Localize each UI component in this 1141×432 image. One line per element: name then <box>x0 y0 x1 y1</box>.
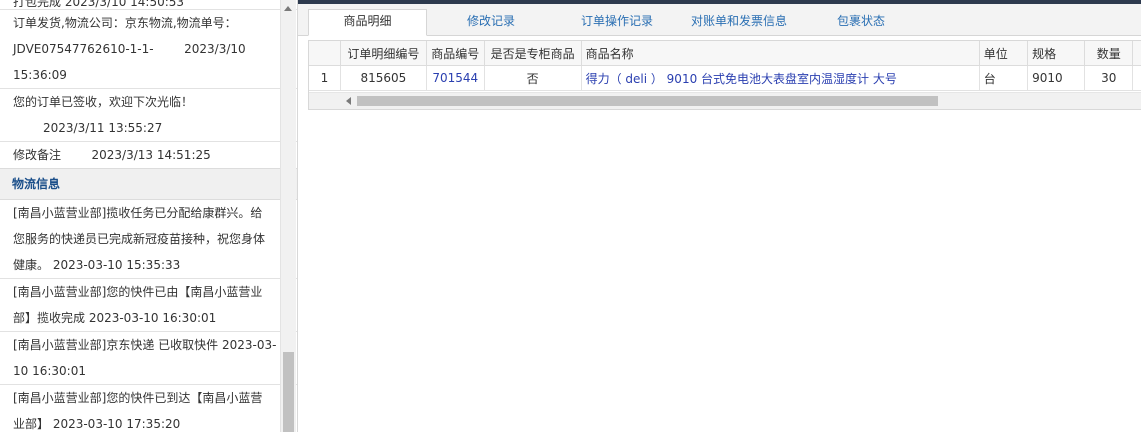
cell-product-name-link[interactable]: 得力（ deli ） 9010 台式免电池大表盘室内温湿度计 大号 <box>581 65 980 91</box>
horizontal-scroll-thumb[interactable] <box>357 96 938 106</box>
order-log-entry: 修改备注 2023/3/13 14:51:25 <box>0 142 297 168</box>
logistics-text: [南昌小蓝营业部]京东快递 已收取快件 2023-03- <box>13 338 277 352</box>
col-header-product-name[interactable]: 商品名称 <box>581 41 980 66</box>
order-log-entry: 订单发货,物流公司：京东物流,物流单号： JDVE07547762610-1-1… <box>0 10 297 89</box>
logistics-text: 健康。 2023-03-10 15:35:33 <box>13 258 181 272</box>
logistics-item: [南昌小蓝营业部]您的快件已到达【南昌小蓝营 业部】 2023-03-10 17… <box>0 385 297 432</box>
tab-product-details[interactable]: 商品明细 <box>308 9 427 36</box>
product-detail-table: 订单明细编号 商品编号 是否是专柜商品 商品名称 单位 规格 数量 1 8156… <box>308 40 1141 110</box>
order-log-text: 修改备注 2023/3/13 14:51:25 <box>13 148 211 162</box>
cell-detail-no: 815605 <box>340 65 427 91</box>
logistics-text: 业部】 2023-03-10 17:35:20 <box>13 417 181 431</box>
order-history-panel: 打包完成 2023/3/10 14:50:53 订单发货,物流公司：京东物流,物… <box>0 0 298 432</box>
logistics-text: 10 16:30:01 <box>13 364 86 378</box>
tab-modification-log[interactable]: 修改记录 <box>436 10 546 35</box>
col-header-detail-no[interactable]: 订单明细编号 <box>340 41 427 66</box>
cell-unit: 台 <box>979 65 1029 91</box>
logistics-item: [南昌小蓝营业部]京东快递 已收取快件 2023-03- 10 16:30:01 <box>0 332 297 385</box>
order-log-text: 您的订单已签收，欢迎下次光临！ <box>13 95 194 109</box>
logistics-text: [南昌小蓝营业部]揽收任务已分配给康群兴。给 <box>13 206 263 220</box>
detail-tabs: 商品明细 修改记录 订单操作记录 对账单和发票信息 包裹状态 <box>298 4 1141 36</box>
col-header-spec[interactable]: 规格 <box>1027 41 1086 66</box>
cell-product-no-link[interactable]: 701544 <box>426 65 485 91</box>
cell-overflow <box>1132 65 1141 91</box>
tab-package-status[interactable]: 包裹状态 <box>806 10 916 35</box>
scroll-thumb[interactable] <box>283 352 294 432</box>
col-header-overflow <box>1132 41 1141 66</box>
cell-spec: 9010 <box>1027 65 1086 91</box>
order-log-time: 15:36:09 <box>13 68 67 82</box>
logistics-text: 您服务的快递员已完成新冠疫苗接种，祝您身体 <box>13 232 266 246</box>
col-header-counter-product[interactable]: 是否是专柜商品 <box>484 41 582 66</box>
triangle-up-icon[interactable] <box>284 6 292 11</box>
order-log-top-fragment: 打包完成 2023/3/10 14:50:53 <box>0 0 297 10</box>
vertical-scrollbar[interactable] <box>280 0 296 432</box>
table-header-row: 订单明细编号 商品编号 是否是专柜商品 商品名称 单位 规格 数量 <box>309 41 1141 66</box>
triangle-left-icon[interactable] <box>346 97 351 105</box>
logistics-text: [南昌小蓝营业部]您的快件已由【南昌小蓝营业 <box>13 285 263 299</box>
order-log-time: 2023/3/11 13:55:27 <box>43 121 163 135</box>
logistics-section-title: 物流信息 <box>0 168 297 200</box>
logistics-item: [南昌小蓝营业部]您的快件已由【南昌小蓝营业 部】揽收完成 2023-03-10… <box>0 279 297 332</box>
order-log-text: 订单发货,物流公司：京东物流,物流单号： <box>13 16 237 30</box>
order-log-entry: 您的订单已签收，欢迎下次光临！ 2023/3/11 13:55:27 <box>0 89 297 142</box>
horizontal-scrollbar[interactable] <box>309 92 1141 109</box>
cell-index: 1 <box>309 65 341 91</box>
col-header-quantity[interactable]: 数量 <box>1084 41 1133 66</box>
col-header-product-no[interactable]: 商品编号 <box>426 41 485 66</box>
logistics-text: 部】揽收完成 2023-03-10 16:30:01 <box>13 311 217 325</box>
cell-counter-product: 否 <box>484 65 582 91</box>
order-log-text: JDVE07547762610-1-1- 2023/3/10 <box>13 42 246 56</box>
col-header-unit[interactable]: 单位 <box>979 41 1029 66</box>
tab-statement-invoice[interactable]: 对账单和发票信息 <box>684 10 794 35</box>
col-header-index[interactable] <box>309 41 341 66</box>
cell-quantity: 30 <box>1084 65 1133 91</box>
logistics-item: [南昌小蓝营业部]揽收任务已分配给康群兴。给 您服务的快递员已完成新冠疫苗接种，… <box>0 200 297 279</box>
order-log-top-text: 打包完成 2023/3/10 14:50:53 <box>13 0 185 9</box>
logistics-text: [南昌小蓝营业部]您的快件已到达【南昌小蓝营 <box>13 391 263 405</box>
order-detail-area: 商品明细 修改记录 订单操作记录 对账单和发票信息 包裹状态 订单明细编号 商品… <box>298 0 1141 432</box>
table-row[interactable]: 1 815605 701544 否 得力（ deli ） 9010 台式免电池大… <box>309 65 1141 91</box>
tab-order-operations[interactable]: 订单操作记录 <box>562 10 672 35</box>
